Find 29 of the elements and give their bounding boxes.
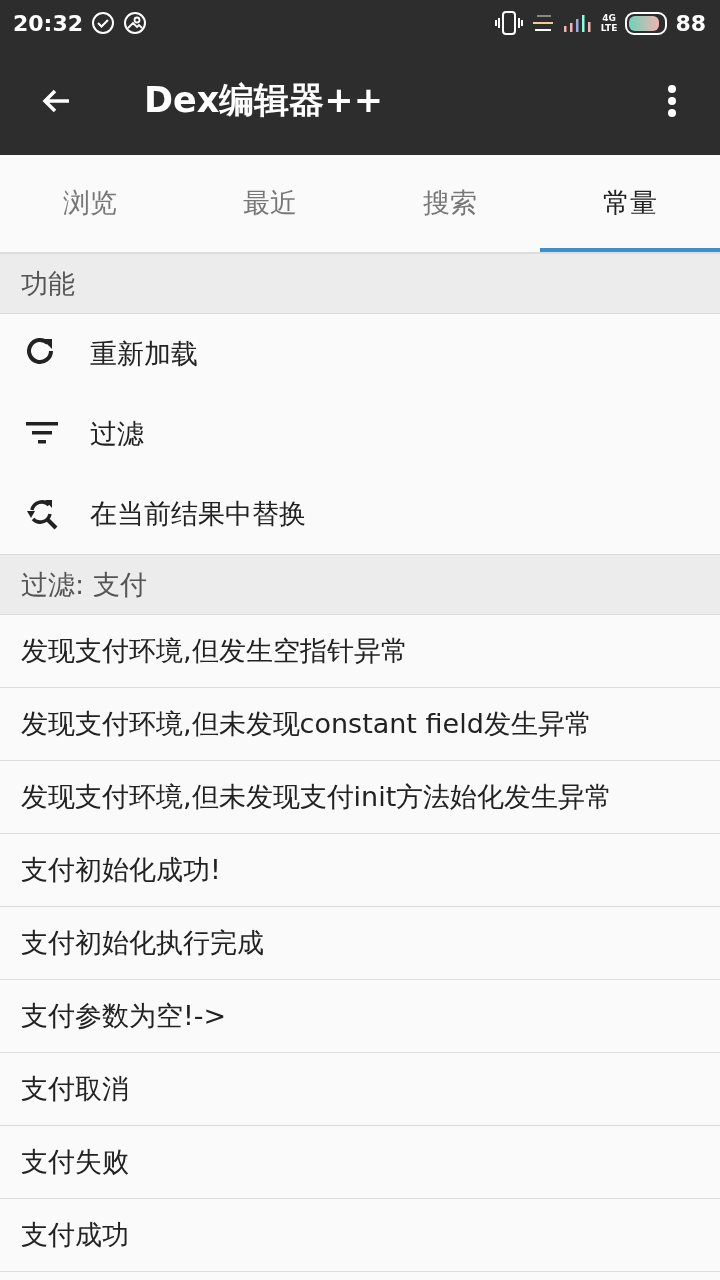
battery-percent: 88	[675, 10, 706, 36]
check-circle-icon	[91, 11, 116, 35]
signal-icon	[562, 12, 593, 34]
more-icon	[668, 84, 676, 117]
app-title: Dex编辑器++	[144, 79, 384, 122]
tab[interactable]: 最近	[180, 155, 360, 252]
battery-icon	[625, 11, 668, 35]
list-item[interactable]: 发现支付环境,但未发现支付init方法始化发生异常	[0, 761, 720, 834]
section-header: 过滤: 支付	[21, 567, 147, 602]
vibrate-icon	[494, 10, 523, 36]
list-item[interactable]: 支付初始化执行完成	[0, 907, 720, 980]
network-sub-type: LTE	[600, 23, 618, 33]
list-item[interactable]: 支付参数为空!->	[0, 980, 720, 1053]
list-item[interactable]: 支付取消	[0, 1053, 720, 1126]
menu-item[interactable]: 重新加载	[0, 314, 720, 394]
section-header: 功能	[21, 266, 75, 301]
tab[interactable]: 浏览	[0, 155, 180, 252]
menu-item[interactable]: 过滤	[0, 394, 720, 474]
tab[interactable]: 搜索	[360, 155, 540, 252]
list-item[interactable]: 支付失败	[0, 1126, 720, 1199]
menu-item[interactable]: 在当前结果中替换	[0, 474, 720, 554]
list-item[interactable]: 支付初始化成功!	[0, 834, 720, 907]
clock: 20:32	[13, 10, 84, 36]
network-type: 4G	[602, 13, 616, 23]
list-item[interactable]: 发现支付环境,但未发现constant field发生异常	[0, 688, 720, 761]
image-icon	[123, 11, 148, 35]
list-item[interactable]: 发现支付环境,但发生空指针异常	[0, 615, 720, 688]
notification-lines-icon	[530, 12, 555, 34]
list-item[interactable]: 支付成功	[0, 1199, 720, 1272]
